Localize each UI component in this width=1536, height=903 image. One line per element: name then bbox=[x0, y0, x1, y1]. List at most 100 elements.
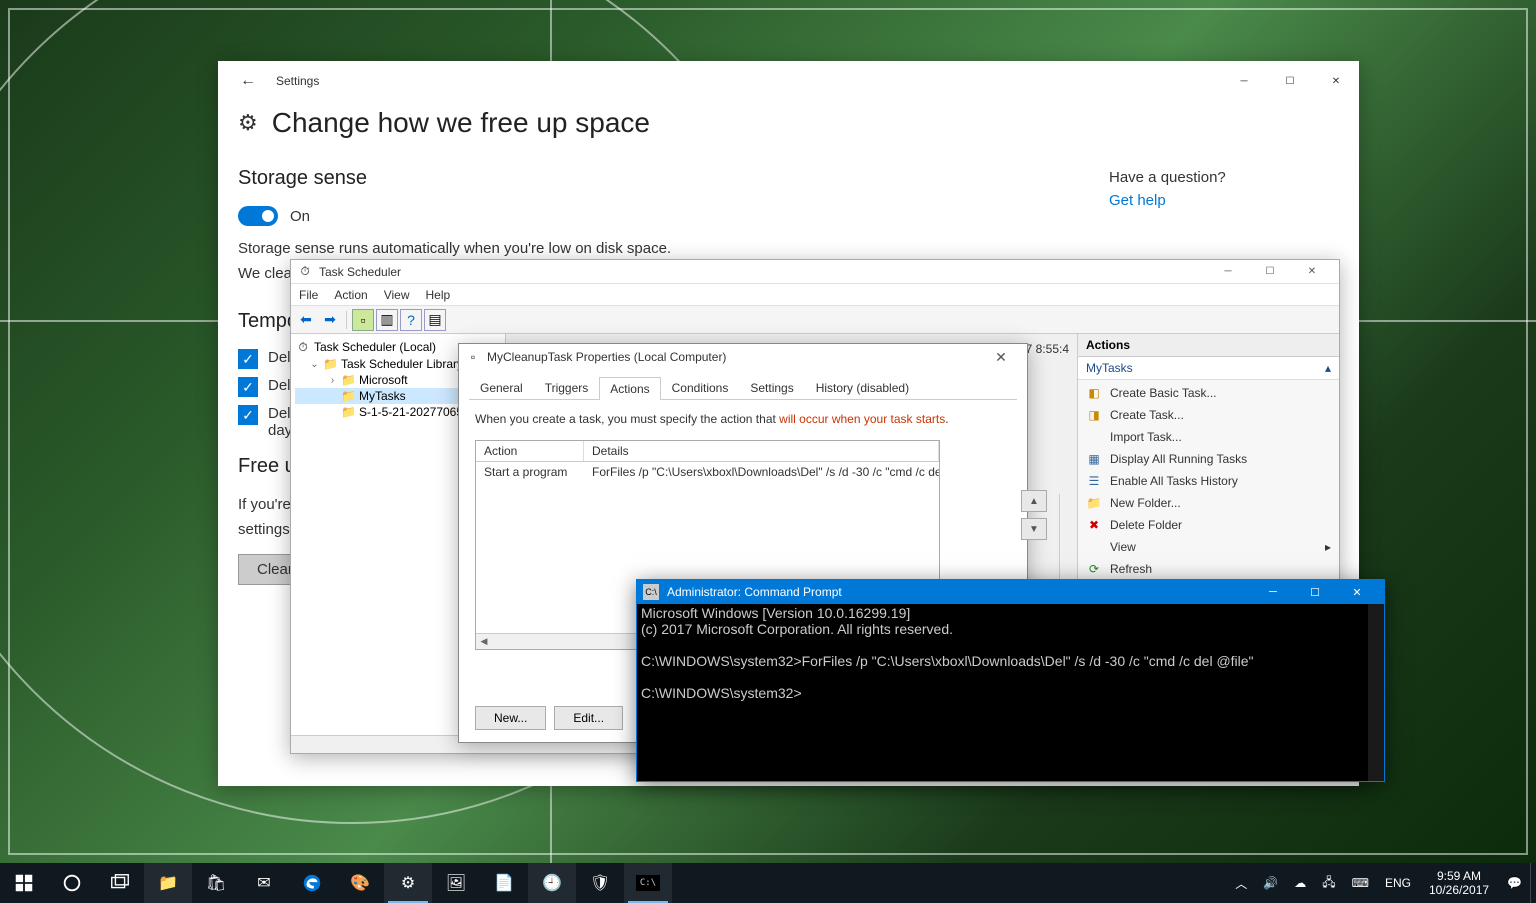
toolbar-btn-1[interactable]: ▫ bbox=[352, 309, 374, 331]
minimize-button[interactable]: ─ bbox=[1207, 261, 1249, 283]
settings-title: Settings bbox=[276, 74, 319, 88]
menu-view[interactable]: View bbox=[384, 288, 410, 302]
show-desktop-button[interactable] bbox=[1530, 863, 1536, 903]
new-button[interactable]: New... bbox=[475, 706, 546, 730]
props-tabs: General Triggers Actions Conditions Sett… bbox=[469, 376, 1017, 400]
action-import[interactable]: Import Task... bbox=[1078, 426, 1339, 448]
cmd-output[interactable]: Microsoft Windows [Version 10.0.16299.19… bbox=[637, 604, 1384, 781]
notepad-button[interactable]: 📄 bbox=[480, 863, 528, 903]
cmd-titlebar: C:\ Administrator: Command Prompt ─ ☐ ✕ bbox=[637, 580, 1384, 604]
menu-action[interactable]: Action bbox=[334, 288, 367, 302]
minimize-button[interactable]: ─ bbox=[1252, 580, 1294, 604]
actions-header: Actions bbox=[1078, 334, 1339, 357]
menu-help[interactable]: Help bbox=[426, 288, 451, 302]
task-view-button[interactable] bbox=[96, 863, 144, 903]
cortana-icon bbox=[61, 872, 83, 894]
back-icon[interactable]: ⬅ bbox=[295, 309, 317, 331]
props-desc: When you create a task, you must specify… bbox=[475, 412, 1011, 426]
maximize-button[interactable]: ☐ bbox=[1267, 65, 1313, 97]
tab-conditions[interactable]: Conditions bbox=[661, 376, 740, 399]
settings-heading: Change how we free up space bbox=[272, 107, 650, 139]
storage-sense-toggle[interactable] bbox=[238, 206, 278, 226]
maximize-button[interactable]: ☐ bbox=[1249, 261, 1291, 283]
tab-triggers[interactable]: Triggers bbox=[534, 376, 600, 399]
forward-icon[interactable]: ➡ bbox=[319, 309, 341, 331]
maximize-button[interactable]: ☐ bbox=[1294, 580, 1336, 604]
checkbox-3[interactable]: ✓ bbox=[238, 405, 258, 425]
back-button[interactable]: ← bbox=[228, 61, 268, 101]
tab-general[interactable]: General bbox=[469, 376, 534, 399]
minimize-button[interactable]: ─ bbox=[1221, 65, 1267, 97]
keyboard-icon: ⌨ bbox=[1352, 876, 1369, 890]
task-title: Task Scheduler bbox=[319, 265, 401, 279]
table-row[interactable]: Start a program ForFiles /p "C:\Users\xb… bbox=[476, 462, 939, 482]
task-scheduler-taskbar-button[interactable]: 🕘 bbox=[528, 863, 576, 903]
th-action[interactable]: Action bbox=[476, 441, 584, 461]
tab-actions[interactable]: Actions bbox=[599, 377, 660, 400]
toolbar-btn-2[interactable]: ▥ bbox=[376, 309, 398, 331]
action-create-basic[interactable]: ◧Create Basic Task... bbox=[1078, 382, 1339, 404]
toolbar-help-icon[interactable]: ? bbox=[400, 309, 422, 331]
tab-settings[interactable]: Settings bbox=[739, 376, 804, 399]
close-button[interactable]: ✕ bbox=[1336, 580, 1378, 604]
volume-icon: 🔊 bbox=[1263, 876, 1278, 890]
paint-button[interactable]: 🎨 bbox=[336, 863, 384, 903]
action-new-folder[interactable]: 📁New Folder... bbox=[1078, 492, 1339, 514]
folder-icon: 📁 bbox=[158, 873, 178, 893]
cmd-taskbar-button[interactable]: C:\ bbox=[624, 863, 672, 903]
cmd-scrollbar[interactable] bbox=[1368, 604, 1384, 781]
tray-clock[interactable]: 9:59 AM 10/26/2017 bbox=[1419, 863, 1499, 903]
td-details: ForFiles /p "C:\Users\xboxl\Downloads\De… bbox=[584, 462, 939, 482]
tray-language[interactable]: ENG bbox=[1377, 876, 1419, 890]
th-details[interactable]: Details bbox=[584, 441, 939, 461]
mail-button[interactable]: ✉ bbox=[240, 863, 288, 903]
action-refresh[interactable]: ⟳Refresh bbox=[1078, 558, 1339, 580]
clock-date: 10/26/2017 bbox=[1429, 883, 1489, 897]
action-create[interactable]: ◨Create Task... bbox=[1078, 404, 1339, 426]
taskbar: 📁 🛍 ✉ 🎨 ⚙ 🖼 📄 🕘 🛡 C:\ ︿ 🔊 ☁ 🖧 ⌨ ENG 9:59… bbox=[0, 863, 1536, 903]
collapse-icon[interactable]: ▴ bbox=[1325, 361, 1331, 375]
task-scheduler-icon: ⏱ bbox=[297, 264, 313, 280]
get-help-link[interactable]: Get help bbox=[1109, 192, 1339, 209]
file-explorer-button[interactable]: 📁 bbox=[144, 863, 192, 903]
edit-button[interactable]: Edit... bbox=[554, 706, 623, 730]
checkbox-2[interactable]: ✓ bbox=[238, 377, 258, 397]
action-display-running[interactable]: ▦Display All Running Tasks bbox=[1078, 448, 1339, 470]
task-toolbar: ⬅ ➡ ▫ ▥ ? ▤ bbox=[291, 306, 1339, 334]
action-delete-folder[interactable]: ✖Delete Folder bbox=[1078, 514, 1339, 536]
menu-file[interactable]: File bbox=[299, 288, 318, 302]
photos-button[interactable]: 🖼 bbox=[432, 863, 480, 903]
tray-network[interactable]: 🖧 bbox=[1314, 863, 1343, 903]
tab-history[interactable]: History (disabled) bbox=[805, 376, 920, 399]
tray-chevron[interactable]: ︿ bbox=[1227, 863, 1255, 903]
photos-icon: 🖼 bbox=[446, 873, 466, 893]
have-question: Have a question? bbox=[1109, 169, 1339, 186]
action-view[interactable]: View▸ bbox=[1078, 536, 1339, 558]
move-up-button[interactable]: ▲ bbox=[1021, 490, 1047, 512]
cortana-button[interactable] bbox=[48, 863, 96, 903]
action-enable-history[interactable]: ☰Enable All Tasks History bbox=[1078, 470, 1339, 492]
start-button[interactable] bbox=[0, 863, 48, 903]
action-center-button[interactable]: 💬 bbox=[1499, 863, 1530, 903]
check-label-1: Del bbox=[268, 349, 291, 366]
store-button[interactable]: 🛍 bbox=[192, 863, 240, 903]
edge-button[interactable] bbox=[288, 863, 336, 903]
windows-icon bbox=[13, 872, 35, 894]
close-button[interactable]: ✕ bbox=[1313, 65, 1359, 97]
storage-sense-title: Storage sense bbox=[238, 167, 878, 190]
close-button[interactable]: ✕ bbox=[1291, 261, 1333, 283]
gear-icon: ⚙ bbox=[238, 110, 258, 136]
settings-taskbar-button[interactable]: ⚙ bbox=[384, 863, 432, 903]
tray-input[interactable]: ⌨ bbox=[1344, 863, 1377, 903]
td-action: Start a program bbox=[476, 462, 584, 482]
task-menubar: File Action View Help bbox=[291, 284, 1339, 306]
move-down-button[interactable]: ▼ bbox=[1021, 518, 1047, 540]
scroll-left-icon[interactable]: ◀ bbox=[476, 634, 492, 650]
tray-volume[interactable]: 🔊 bbox=[1255, 863, 1286, 903]
command-prompt-window: C:\ Administrator: Command Prompt ─ ☐ ✕ … bbox=[636, 579, 1385, 782]
close-button[interactable]: ✕ bbox=[981, 349, 1021, 366]
checkbox-1[interactable]: ✓ bbox=[238, 349, 258, 369]
toolbar-btn-3[interactable]: ▤ bbox=[424, 309, 446, 331]
defender-button[interactable]: 🛡 bbox=[576, 863, 624, 903]
tray-onedrive[interactable]: ☁ bbox=[1286, 863, 1314, 903]
